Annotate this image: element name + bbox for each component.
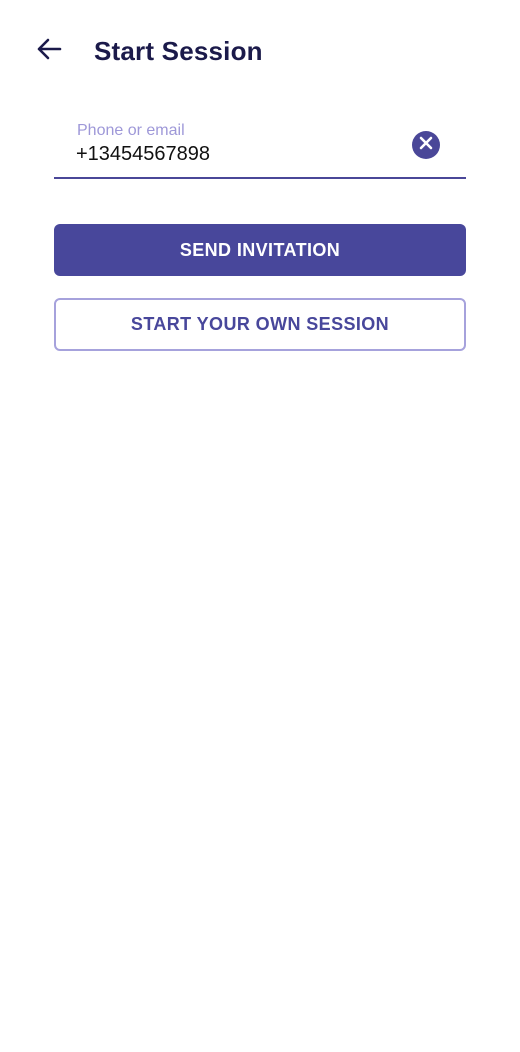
clear-input-button[interactable] <box>412 131 440 159</box>
close-icon <box>419 136 433 155</box>
back-button[interactable] <box>30 32 68 70</box>
contact-field[interactable]: Phone or email <box>54 112 466 179</box>
send-invitation-button[interactable]: SEND INVITATION <box>54 224 466 276</box>
app-header: Start Session <box>0 0 520 100</box>
arrow-left-icon <box>36 38 62 65</box>
contact-input[interactable] <box>76 141 396 167</box>
contact-field-label: Phone or email <box>77 122 185 139</box>
start-own-session-button[interactable]: START YOUR OWN SESSION <box>54 298 466 351</box>
page-title: Start Session <box>94 36 263 66</box>
